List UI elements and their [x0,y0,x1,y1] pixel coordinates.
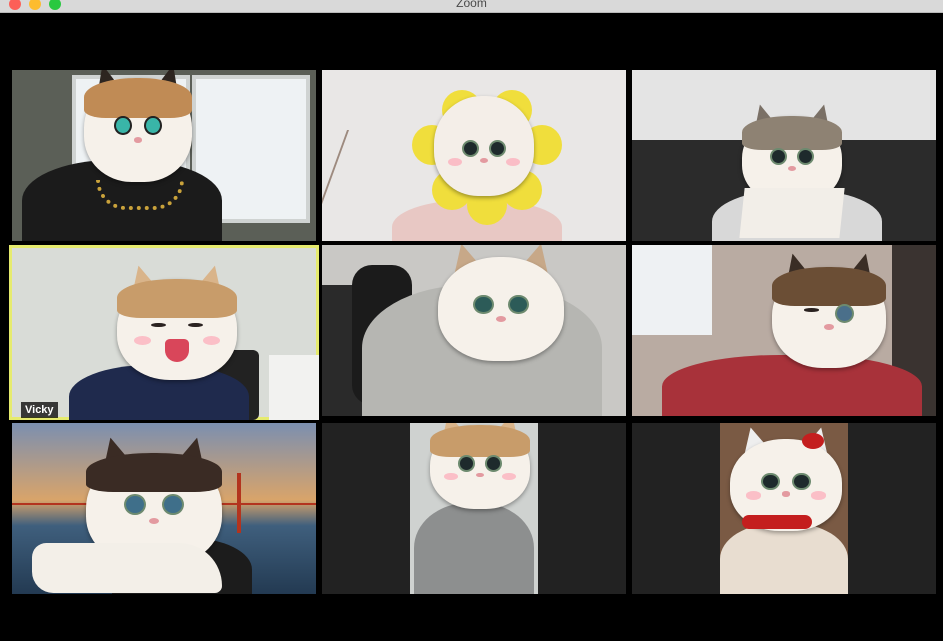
video-tile-5[interactable] [322,245,626,416]
video-tile-9[interactable] [632,423,936,594]
video-feed [632,70,936,241]
gallery-view: Vicky [0,13,943,641]
video-tile-3[interactable] [632,70,936,241]
video-tile-7[interactable] [12,423,316,594]
video-feed [12,70,316,241]
video-feed [9,245,319,420]
video-tile-1[interactable] [12,70,316,241]
video-feed [322,245,626,416]
video-tile-4[interactable]: Vicky [9,245,319,420]
video-feed [632,423,936,594]
window-title-bar: Zoom [0,0,943,13]
window-title: Zoom [456,0,487,10]
video-feed [632,245,936,416]
video-tile-2[interactable] [322,70,626,241]
video-tile-6[interactable] [632,245,936,416]
video-feed [322,70,626,241]
video-feed [322,423,626,594]
participant-name: Vicky [21,402,58,418]
video-tile-8[interactable] [322,423,626,594]
video-feed [12,423,316,594]
